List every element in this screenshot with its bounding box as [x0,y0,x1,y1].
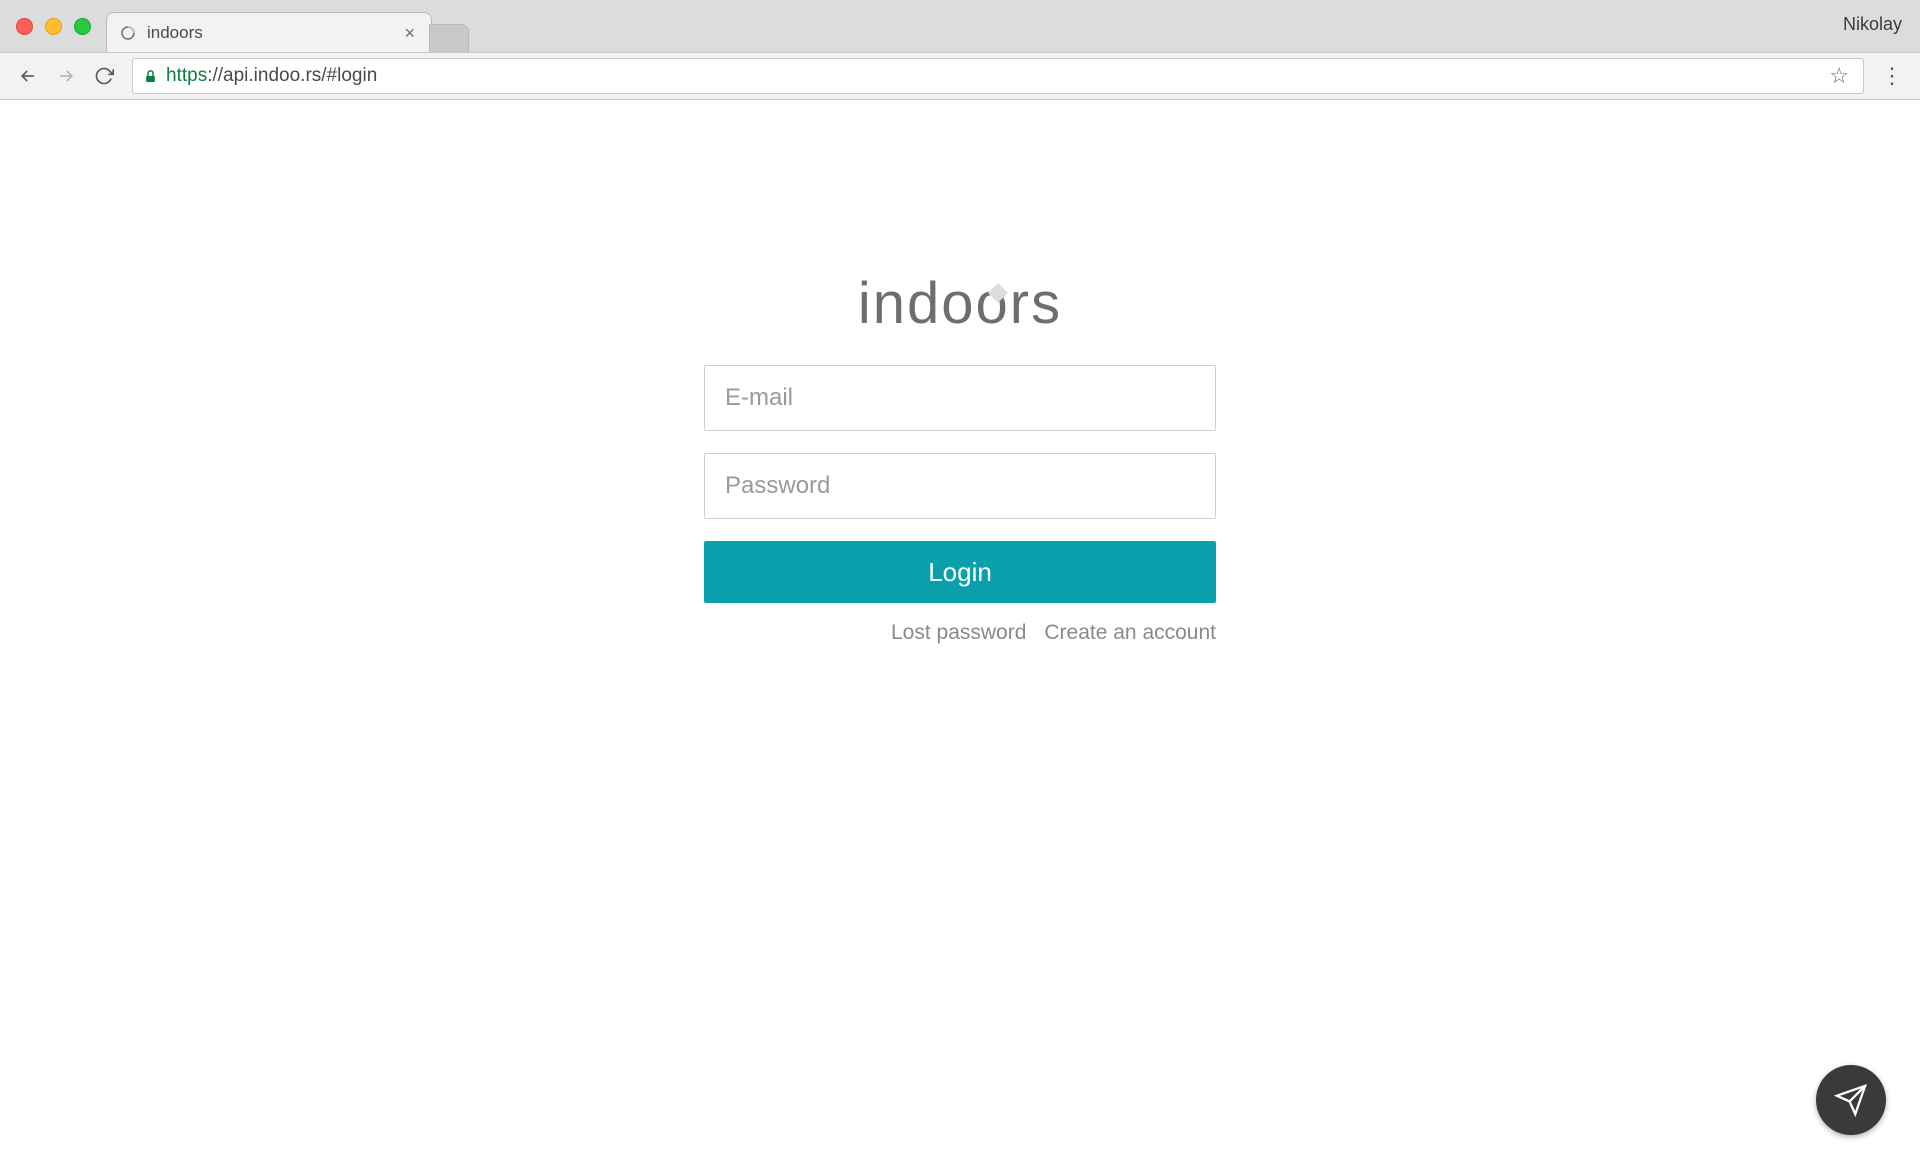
profile-name[interactable]: Nikolay [1843,14,1902,35]
tab-favicon-icon [119,24,137,42]
lock-icon [143,69,158,84]
address-bar[interactable]: https ://api.indoo.rs/#login ☆ [132,58,1864,94]
browser-tab[interactable]: indoors × [106,12,432,52]
login-links: Lost password Create an account [704,621,1216,645]
url-path: ://api.indoo.rs/#login [207,65,377,87]
browser-toolbar: https ://api.indoo.rs/#login ☆ ⋮ [0,52,1920,100]
new-tab-button[interactable] [429,24,469,52]
window-controls [16,18,91,35]
tab-title: indoors [147,23,390,43]
reload-button[interactable] [88,60,120,92]
tab-close-button[interactable]: × [400,24,419,42]
tab-strip: indoors × Nikolay [0,0,1920,52]
window-maximize-button[interactable] [74,18,91,35]
url-protocol: https [166,65,207,87]
password-field[interactable] [704,453,1216,519]
email-field[interactable] [704,365,1216,431]
forward-button[interactable] [50,60,82,92]
bookmark-star-icon[interactable]: ☆ [1825,63,1853,89]
window-close-button[interactable] [16,18,33,35]
browser-chrome: indoors × Nikolay https ://api.indoo.rs/… [0,0,1920,100]
window-minimize-button[interactable] [45,18,62,35]
create-account-link[interactable]: Create an account [1044,621,1216,645]
page-content: indoors Login Lost password Create an ac… [0,100,1920,645]
back-button[interactable] [12,60,44,92]
browser-menu-button[interactable]: ⋮ [1876,60,1908,92]
send-feedback-button[interactable] [1816,1065,1886,1135]
login-button[interactable]: Login [704,541,1216,603]
login-form: Login Lost password Create an account [704,365,1216,645]
lost-password-link[interactable]: Lost password [891,621,1026,645]
paper-plane-icon [1834,1083,1868,1117]
brand-logo: indoors [858,270,1062,337]
